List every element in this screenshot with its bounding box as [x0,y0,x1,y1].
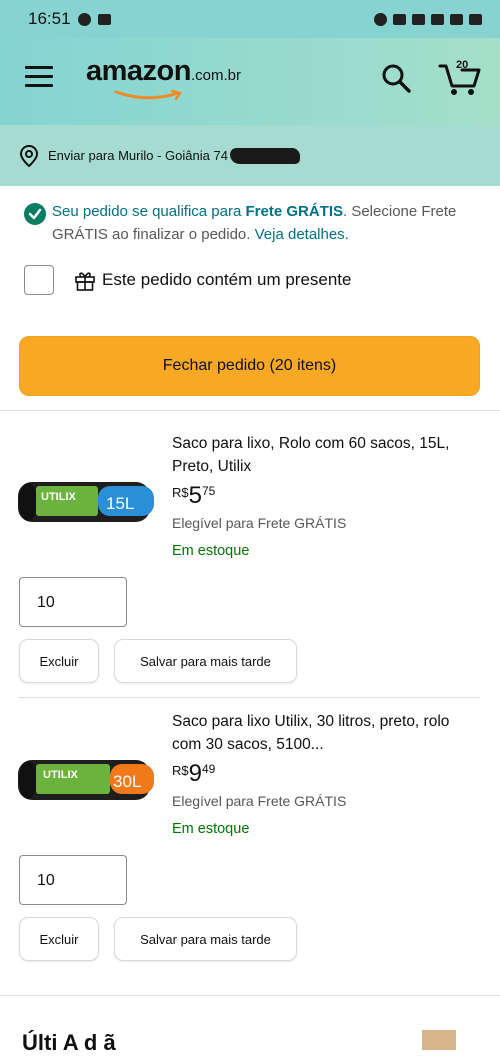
delete-button[interactable]: Excluir [19,639,99,683]
quantity-select[interactable]: 10 [19,855,127,905]
product-brand: UTILIX [43,769,78,781]
product-brand: UTILIX [41,491,76,503]
cart-button[interactable]: 20 [438,58,482,98]
location-pin-icon [20,144,38,167]
status-bar: 16:51 [0,0,500,38]
product-thumbnail[interactable] [422,1030,456,1050]
cart-count: 20 [456,59,469,71]
signal-icon [450,13,463,25]
battery-icon [469,13,482,25]
save-for-later-button[interactable]: Salvar para mais tarde [114,917,297,961]
data-icon [431,13,444,25]
product-image[interactable]: UTILIX 15L [18,478,158,528]
checkout-label: Fechar pedido (20 itens) [162,357,337,374]
product-image[interactable]: UTILIX 30L [18,756,158,806]
status-icons [374,12,482,26]
divider [0,410,500,411]
divider [19,697,480,698]
alarm-icon [374,12,387,26]
gift-icon [75,272,95,291]
status-time: 16:51 [28,9,71,28]
delivery-location[interactable]: Enviar para Murilo - Goiânia 74 [0,125,500,186]
frete-bold: Frete GRÁTIS [245,203,343,220]
product-size: 30L [113,772,141,791]
shipping-eligibility: Elegível para Frete GRÁTIS [172,515,347,531]
facebook-icon [77,12,91,26]
delivery-text: Enviar para Murilo - Goiânia 74 [48,148,228,163]
gift-option: Este pedido contém um presente [24,265,351,295]
smile-arrow-icon [114,89,183,101]
shipping-eligibility: Elegível para Frete GRÁTIS [172,793,347,809]
amazon-logo[interactable]: amazon.com.br [86,55,241,101]
divider [0,995,500,996]
logo-text: amazon [86,55,191,87]
product-price: R$575 [172,482,216,509]
gift-label: Este pedido contém um presente [102,270,352,289]
section-title: Últi A d ã [22,1030,116,1055]
gift-checkbox[interactable] [24,265,54,295]
checkout-button[interactable]: Fechar pedido (20 itens) [19,336,480,396]
see-details-link[interactable]: Veja detalhes. [255,226,349,243]
mute-icon [393,13,406,25]
logo-suffix: .com.br [190,67,241,84]
delete-button[interactable]: Excluir [19,917,99,961]
free-shipping-note: Seu pedido se qualifica para Frete GRÁTI… [24,200,474,246]
quantity-select[interactable]: 10 [19,577,127,627]
redacted-text [229,147,300,164]
wifi-icon [412,13,425,25]
stock-status: Em estoque [172,821,250,837]
check-circle-icon [24,203,46,225]
gallery-icon [97,13,111,25]
menu-icon[interactable] [25,66,53,88]
product-size: 15L [106,494,134,513]
product-price: R$949 [172,760,216,787]
app-header: amazon.com.br 20 [0,38,500,125]
search-icon[interactable] [380,62,412,94]
frete-text-1: Seu pedido se qualifica para [52,203,246,220]
save-for-later-button[interactable]: Salvar para mais tarde [114,639,297,683]
product-title[interactable]: Saco para lixo Utilix, 30 litros, preto,… [172,710,477,756]
stock-status: Em estoque [172,543,250,559]
product-title[interactable]: Saco para lixo, Rolo com 60 sacos, 15L, … [172,432,477,478]
